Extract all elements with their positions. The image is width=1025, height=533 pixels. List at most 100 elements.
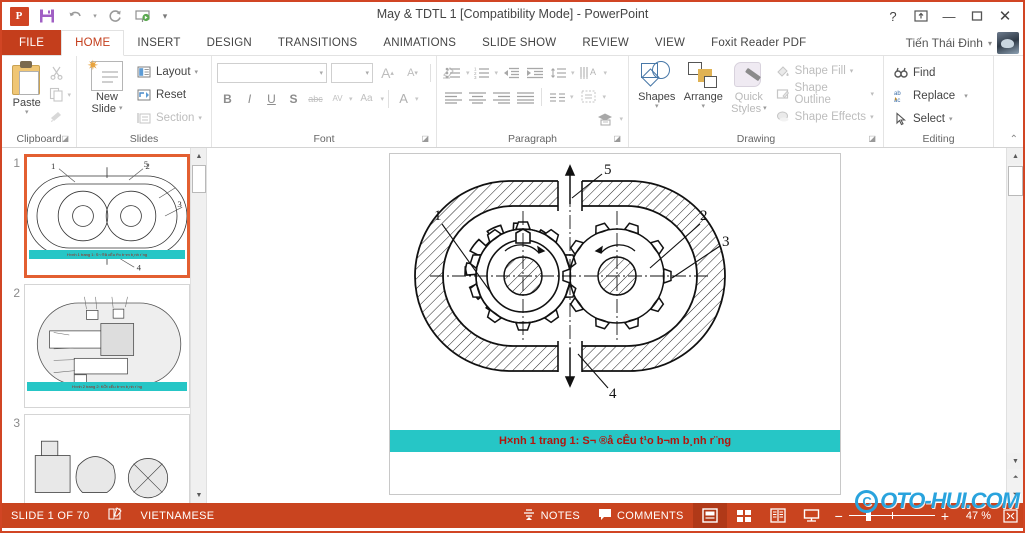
slideshow-button[interactable] [795,503,829,528]
font-size-input[interactable]: ▾ [331,62,373,83]
chevron-down-icon[interactable]: ▾ [466,69,470,77]
increase-font-size-button[interactable]: A ▴ [377,62,398,83]
zoom-slider-handle[interactable] [865,510,871,521]
collapse-ribbon-button[interactable]: ⌃ [1010,134,1018,145]
scrollbar-thumb[interactable] [1008,166,1023,196]
reset-button[interactable]: Reset [132,84,206,106]
list-item[interactable]: 3 [2,408,206,503]
drawing-dialog-launcher-icon[interactable]: ◪ [868,131,876,146]
tab-review[interactable]: REVIEW [569,30,642,55]
chevron-down-icon[interactable]: ▾ [319,69,323,77]
strikethrough-button[interactable]: abc [305,88,326,109]
find-button[interactable]: Find [889,62,972,84]
tab-view[interactable]: VIEW [642,30,698,55]
bold-button[interactable]: B [217,88,238,109]
editor-scrollbar[interactable]: ▲ ▼ ⏶ ⏷ [1006,148,1023,503]
comments-button[interactable]: COMMENTS [589,503,693,528]
shapes-button[interactable]: Shapes ▾ [634,59,680,111]
spellcheck-button[interactable] [99,503,132,528]
copy-dropdown-caret[interactable]: ▾ [67,91,71,99]
redo-icon[interactable] [102,4,128,28]
notes-button[interactable]: NOTES [513,503,589,528]
scroll-up-icon[interactable]: ▲ [1007,148,1023,164]
scroll-down-icon[interactable]: ▼ [191,487,206,503]
customize-qat-icon[interactable]: ▾ [158,4,172,28]
chevron-down-icon[interactable]: ▾ [495,69,499,77]
change-case-button[interactable]: Aa [354,88,380,109]
chevron-down-icon[interactable]: ▾ [349,95,353,103]
next-slide-icon[interactable]: ⏷ [1007,486,1023,503]
shape-outline-button[interactable]: Shape Outline ▾ [771,82,878,106]
tab-insert[interactable]: INSERT [124,30,193,55]
quick-styles-button[interactable]: Quick Styles ▾ [727,59,771,115]
justify-button[interactable] [514,87,537,107]
chevron-down-icon[interactable]: ▾ [415,95,419,103]
tab-foxit-reader-pdf[interactable]: Foxit Reader PDF [698,30,819,55]
chevron-down-icon[interactable]: ▾ [365,69,369,77]
chevron-down-icon[interactable]: ▾ [570,93,574,101]
undo-dropdown-caret[interactable]: ▾ [90,4,100,28]
layout-button[interactable]: Layout ▾ [132,61,206,83]
tab-slide-show[interactable]: SLIDE SHOW [469,30,569,55]
text-shadow-button[interactable]: S [283,88,304,109]
avatar[interactable] [997,32,1019,54]
convert-to-smartart-button[interactable] [592,109,618,129]
scroll-up-icon[interactable]: ▲ [191,148,206,164]
chevron-down-icon[interactable]: ▾ [988,39,992,48]
chevron-down-icon[interactable]: ▾ [603,93,607,101]
align-left-button[interactable] [442,87,465,107]
bullets-button[interactable] [442,63,465,83]
save-icon[interactable] [34,4,60,28]
decrease-indent-button[interactable] [499,63,522,83]
select-button[interactable]: Select ▾ [889,108,972,130]
shape-effects-button[interactable]: Shape Effects ▾ [771,106,878,128]
align-right-button[interactable] [490,87,513,107]
tab-file[interactable]: FILE [2,30,62,55]
zoom-out-button[interactable]: − [835,508,843,524]
current-slide[interactable]: 1 2 3 4 5 H×nh 1 trang 1: S¬ ®å cÊu t¹o … [389,153,841,495]
numbering-button[interactable]: 123 [471,63,494,83]
chevron-down-icon[interactable]: ▾ [619,115,623,123]
underline-button[interactable]: U [261,88,282,109]
close-button[interactable]: ✕ [991,4,1019,28]
character-spacing-button[interactable]: AV [327,88,348,109]
paste-button[interactable]: Paste ▾ [7,59,46,117]
list-item[interactable]: 1 12345 H×nh 1 trang 1: S¬ ®å cÊu t¹o b¬… [2,148,206,278]
ribbon-display-options-icon[interactable] [907,4,935,28]
slide-indicator[interactable]: SLIDE 1 OF 70 [2,503,99,528]
maximize-button[interactable] [963,4,991,28]
font-name-input[interactable]: ▾ [217,62,327,83]
align-text-button[interactable] [576,87,602,107]
paragraph-dialog-launcher-icon[interactable]: ◪ [613,131,621,146]
help-icon[interactable]: ? [879,4,907,28]
normal-view-button[interactable] [692,503,727,528]
thumbnail-scrollbar[interactable]: ▲ ▼ [190,148,206,503]
text-direction-button[interactable]: A [577,63,603,83]
columns-button[interactable] [546,87,569,107]
align-center-button[interactable] [466,87,489,107]
zoom-slider[interactable] [848,510,935,521]
new-slide-button[interactable]: ✷ New Slide ▾ [82,57,132,115]
zoom-in-button[interactable]: + [941,508,949,524]
chevron-down-icon[interactable]: ▾ [604,69,608,77]
tab-animations[interactable]: ANIMATIONS [370,30,469,55]
scroll-down-icon[interactable]: ▼ [1007,453,1023,469]
copy-button[interactable] [46,84,67,105]
start-presentation-icon[interactable] [130,4,156,28]
language-indicator[interactable]: VIETNAMESE [132,503,224,528]
tab-design[interactable]: DESIGN [194,30,265,55]
decrease-font-size-button[interactable]: A ▾ [402,62,423,83]
user-account[interactable]: Tiến Thái Đinh ▾ [906,30,1019,56]
shape-fill-button[interactable]: Shape Fill ▾ [771,60,878,82]
font-dialog-launcher-icon[interactable]: ◪ [421,131,429,146]
tab-home[interactable]: HOME [61,30,125,56]
chevron-down-icon[interactable]: ▾ [381,95,385,103]
slide-thumbnail-1[interactable]: 12345 H×nh 1 trang 1: S¬ ®å cÊu t¹o b¬m … [24,154,190,278]
undo-icon[interactable] [62,4,88,28]
increase-indent-button[interactable] [523,63,546,83]
italic-button[interactable]: I [239,88,260,109]
reading-view-button[interactable] [761,503,795,528]
minimize-button[interactable]: — [935,4,963,28]
fit-slide-to-window-button[interactable] [997,503,1023,528]
zoom-control[interactable]: − + 47 % [829,508,997,524]
